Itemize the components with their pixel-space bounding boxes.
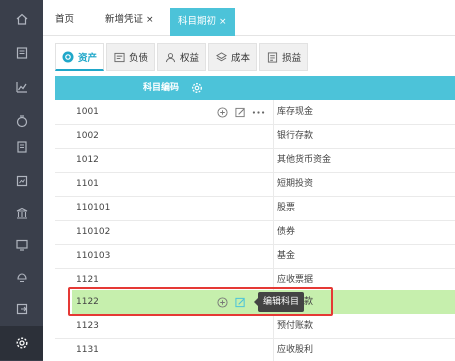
category-tabs: 资产 负债 权益 成本 损益: [55, 43, 310, 71]
header-subject-code: 科目编码: [143, 83, 180, 93]
sidebar-item-settings[interactable]: [0, 326, 43, 360]
wallet-icon: [16, 115, 27, 128]
table-row[interactable]: 110103 基金: [72, 244, 455, 268]
subject-code: 110101: [76, 203, 111, 213]
table-row[interactable]: 110102 债券: [72, 220, 455, 244]
asset-icon: [62, 51, 74, 63]
table-row[interactable]: 110101 股票: [72, 196, 455, 220]
edit-icon[interactable]: [234, 106, 247, 119]
category-tab-cost[interactable]: 成本: [208, 43, 258, 71]
sidebar-item-chart[interactable]: [0, 70, 43, 104]
sidebar-item-hand[interactable]: [0, 260, 43, 294]
sidebar-item-document[interactable]: [0, 130, 43, 164]
table-header: 科目编码: [55, 76, 455, 100]
subject-code: 110103: [76, 251, 111, 261]
subject-code: 1002: [76, 131, 99, 141]
category-tab-profit-loss[interactable]: 损益: [259, 43, 309, 71]
equity-icon: [164, 51, 176, 63]
table-row[interactable]: 1101 短期投资: [72, 172, 455, 196]
table-row[interactable]: 1012 其他货币资金: [72, 148, 455, 172]
subject-name: 短期投资: [277, 179, 314, 189]
sidebar-item-voucher[interactable]: [0, 36, 43, 70]
hand-icon: [16, 273, 27, 283]
close-icon[interactable]: ×: [219, 17, 227, 27]
gear-icon: [15, 337, 28, 349]
tab-home[interactable]: 首页: [55, 9, 74, 31]
chart-icon: [15, 82, 27, 93]
more-icon[interactable]: [252, 106, 265, 119]
voucher-icon: [16, 47, 27, 59]
table-row[interactable]: 1002 银行存款: [72, 124, 455, 148]
sidebar-item-bank[interactable]: [0, 196, 43, 230]
export-icon: [16, 303, 27, 315]
profit-loss-icon: [266, 51, 278, 63]
subject-name: 债券: [277, 227, 296, 237]
subject-code: 1101: [76, 179, 99, 189]
subject-code: 1131: [76, 345, 99, 355]
home-icon: [16, 13, 27, 25]
subject-name: 库存现金: [277, 107, 314, 117]
sidebar-item-report[interactable]: [0, 164, 43, 198]
cost-icon: [215, 51, 227, 63]
subject-code: 1012: [76, 155, 99, 165]
sidebar: [0, 0, 43, 361]
sidebar-item-export[interactable]: [0, 292, 43, 326]
sidebar-item-home[interactable]: [0, 2, 43, 36]
category-tab-equity[interactable]: 权益: [157, 43, 207, 71]
add-icon[interactable]: [216, 106, 229, 119]
table-row[interactable]: 1001 库存现金: [72, 100, 455, 124]
category-tab-liability[interactable]: 负债: [106, 43, 156, 71]
row-actions: [216, 105, 270, 119]
report-icon: [16, 175, 27, 187]
table-row[interactable]: 1123 预付账款: [72, 314, 455, 338]
sidebar-item-monitor[interactable]: [0, 228, 43, 262]
tab-bar: 首页 新增凭证 × 科目期初 ×: [43, 0, 455, 36]
category-tab-asset[interactable]: 资产: [55, 43, 105, 71]
subject-name: 股票: [277, 203, 296, 213]
highlight-annotation-box: [68, 287, 333, 316]
subject-name: 银行存款: [277, 131, 314, 141]
bank-icon: [16, 207, 27, 219]
subject-name: 其他货币资金: [277, 155, 332, 165]
tab-subject-opening[interactable]: 科目期初 ×: [170, 8, 235, 36]
gear-icon[interactable]: [191, 82, 203, 94]
subject-name: 预付账款: [277, 321, 314, 331]
tab-new-voucher[interactable]: 新增凭证 ×: [105, 9, 154, 31]
subject-code: 1001: [76, 107, 99, 117]
document-icon: [16, 141, 27, 153]
subject-code: 1123: [76, 321, 99, 331]
subject-name: 应收股利: [277, 345, 314, 355]
subject-name: 基金: [277, 251, 296, 261]
table-row[interactable]: 1131 应收股利: [72, 338, 455, 361]
subject-code: 110102: [76, 227, 111, 237]
monitor-icon: [15, 239, 28, 251]
liability-icon: [113, 51, 125, 63]
close-icon[interactable]: ×: [146, 15, 154, 25]
